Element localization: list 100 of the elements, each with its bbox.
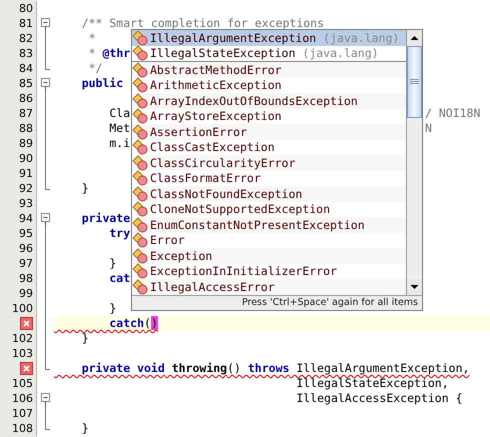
fold-toggle-icon[interactable] bbox=[40, 211, 51, 226]
line-number: 95 bbox=[19, 227, 33, 240]
package-name: (java.lang) bbox=[323, 30, 400, 45]
line-number: 93 bbox=[19, 197, 33, 210]
code-text: } bbox=[80, 181, 89, 195]
class-name: ArrayIndexOutOfBoundsException bbox=[150, 94, 358, 108]
code-text: } bbox=[80, 331, 89, 345]
code-text: } bbox=[80, 421, 89, 435]
completion-item[interactable]: ArrayStoreException bbox=[132, 108, 406, 124]
line-number: 99 bbox=[19, 287, 33, 300]
class-icon bbox=[132, 201, 148, 218]
code-text: () bbox=[227, 361, 241, 375]
keyword: private bbox=[80, 211, 130, 225]
completion-item[interactable]: ArithmeticException bbox=[132, 78, 406, 93]
code-text: IllegalArgumentException, bbox=[295, 361, 470, 375]
class-icon bbox=[132, 263, 148, 280]
completion-item[interactable]: ClassNotFoundException bbox=[132, 186, 406, 202]
line-number: 94 bbox=[19, 212, 33, 225]
code-text: IllegalStateException, bbox=[295, 376, 449, 390]
keyword: private void bbox=[80, 361, 165, 375]
scrollbar[interactable] bbox=[406, 30, 422, 294]
class-name: IllegalAccessError bbox=[150, 280, 275, 294]
line-number: 82 bbox=[19, 32, 33, 45]
class-name: ExceptionInInitializerError bbox=[150, 264, 337, 278]
class-icon bbox=[132, 92, 148, 109]
class-icon bbox=[132, 30, 148, 46]
keyword: try bbox=[108, 226, 130, 240]
scroll-up-icon[interactable] bbox=[407, 30, 422, 46]
line-number: 91 bbox=[19, 167, 33, 180]
code-text: m.i bbox=[108, 136, 130, 150]
code-text: } bbox=[108, 301, 116, 315]
line-number: 88 bbox=[19, 122, 33, 135]
comment-text: * bbox=[88, 46, 96, 60]
completion-item[interactable]: ArrayIndexOutOfBoundsException bbox=[132, 93, 406, 108]
keyword: public bbox=[80, 76, 124, 90]
comment-text: * bbox=[88, 31, 96, 45]
code-text: } bbox=[108, 256, 116, 270]
keyword: cat bbox=[108, 271, 130, 285]
line-number: 90 bbox=[19, 152, 33, 165]
class-name: ClassNotFoundException bbox=[150, 186, 302, 201]
line-number: 85 bbox=[19, 77, 33, 90]
line-number: 89 bbox=[19, 137, 33, 150]
line-number: 103 bbox=[12, 347, 33, 360]
completion-item[interactable]: Exception bbox=[132, 248, 406, 264]
class-icon bbox=[132, 62, 148, 78]
completion-item[interactable]: AssertionError bbox=[132, 124, 406, 140]
completion-item[interactable]: EnumConstantNotPresentException bbox=[132, 217, 406, 232]
line-number: 81 bbox=[19, 17, 33, 30]
completion-item[interactable]: ClassFormatError bbox=[132, 170, 406, 186]
class-icon bbox=[132, 248, 148, 264]
keyword: throws bbox=[246, 361, 290, 375]
class-name: ArithmeticException bbox=[150, 78, 282, 92]
line-number: 87 bbox=[19, 107, 33, 120]
class-name: ClassCastException bbox=[150, 140, 275, 154]
class-name: Exception bbox=[150, 248, 212, 263]
comment-text: / NOI18N bbox=[425, 106, 480, 121]
class-name: Error bbox=[150, 233, 185, 248]
class-name: ArrayStoreException bbox=[150, 109, 282, 124]
hint-text: Press 'Ctrl+Space' again for all items bbox=[132, 294, 422, 310]
class-icon bbox=[132, 124, 148, 140]
comment-text: /** Smart completion for exceptions bbox=[80, 16, 324, 30]
class-icon bbox=[132, 278, 148, 295]
code-text: Met bbox=[108, 121, 130, 135]
fold-toggle-icon[interactable] bbox=[40, 76, 51, 91]
completion-item[interactable]: ClassCastException bbox=[132, 140, 406, 155]
scroll-thumb[interactable] bbox=[407, 46, 422, 118]
completion-item[interactable]: IllegalArgumentException (java.lang) bbox=[132, 30, 406, 46]
class-name: AssertionError bbox=[150, 124, 247, 139]
method-name: throwing bbox=[170, 361, 228, 375]
line-number: 102 bbox=[12, 332, 33, 345]
class-name: EnumConstantNotPresentException bbox=[150, 218, 365, 232]
completion-item[interactable]: IllegalAccessError bbox=[132, 279, 406, 294]
class-icon bbox=[132, 154, 148, 171]
line-number: 107 bbox=[12, 407, 33, 420]
line-number: 80 bbox=[19, 2, 33, 15]
completion-item[interactable]: ClassCircularityError bbox=[132, 155, 406, 170]
line-number: 92 bbox=[19, 182, 33, 195]
class-name: AbstractMethodError bbox=[150, 62, 282, 77]
line-number: 106 bbox=[12, 392, 33, 405]
completion-item[interactable]: AbstractMethodError bbox=[132, 62, 406, 78]
code-text: ( bbox=[144, 316, 151, 330]
code-text: Cla bbox=[108, 106, 130, 120]
line-number: 96 bbox=[19, 242, 33, 255]
package-name: (java.lang) bbox=[302, 46, 379, 60]
line-number: 97 bbox=[19, 257, 33, 270]
matched-bracket: ) bbox=[150, 316, 158, 330]
fold-toggle-icon[interactable] bbox=[40, 16, 51, 31]
class-icon bbox=[132, 232, 148, 248]
scroll-down-icon[interactable] bbox=[407, 278, 422, 294]
completion-item[interactable]: CloneNotSupportedException bbox=[132, 202, 406, 217]
line-number: 98 bbox=[19, 272, 33, 285]
comment-text: N bbox=[425, 121, 432, 136]
line-number: 100 bbox=[12, 302, 33, 315]
completion-item[interactable]: ExceptionInInitializerError bbox=[132, 264, 406, 279]
fold-toggle-icon[interactable] bbox=[40, 391, 51, 406]
class-name: IllegalStateException bbox=[150, 46, 296, 60]
class-icon bbox=[132, 216, 148, 233]
line-number: 84 bbox=[19, 62, 33, 75]
class-icon bbox=[132, 139, 148, 156]
completion-item[interactable]: Error bbox=[132, 232, 406, 248]
